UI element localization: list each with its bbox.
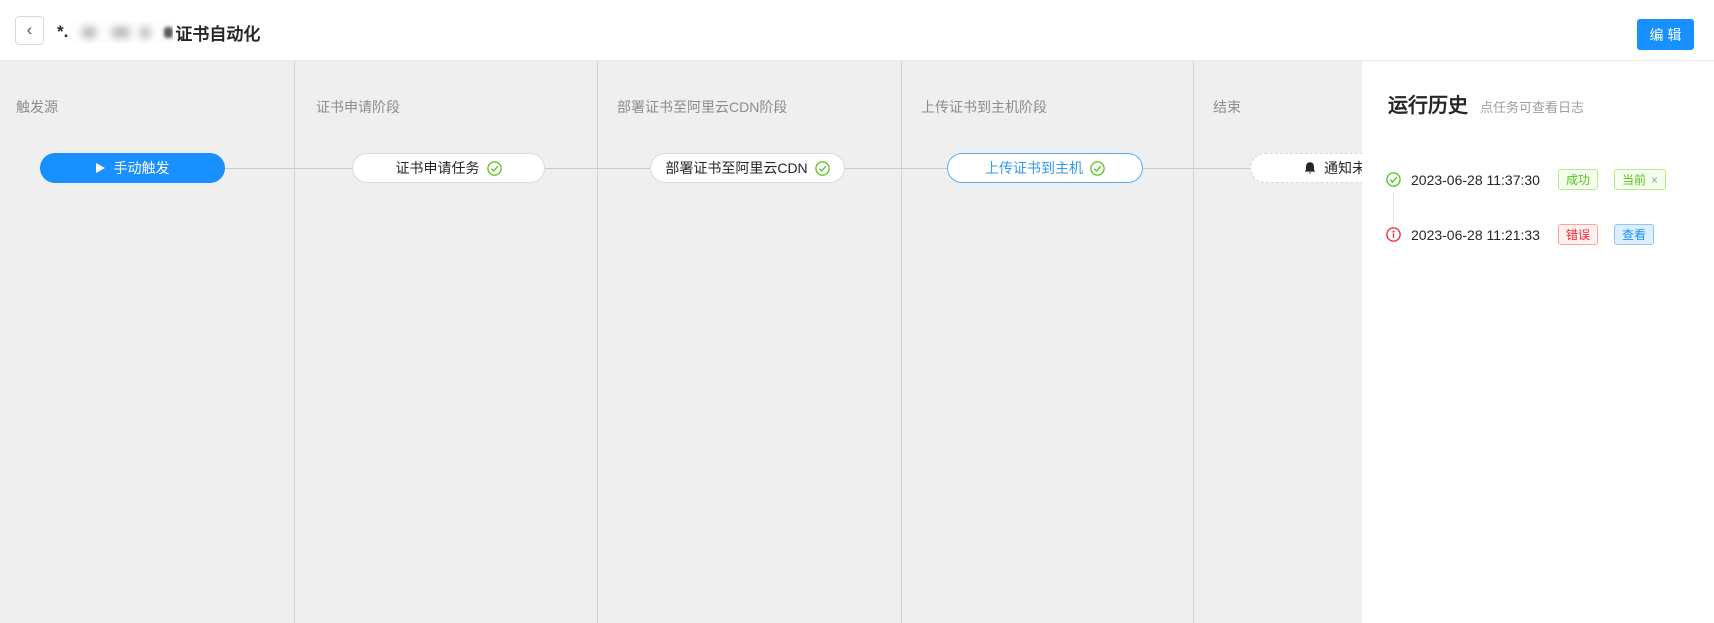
task-label: 证书申请任务 [396,158,480,178]
column-divider [597,61,598,623]
run-timestamp: 2023-06-28 11:37:30 [1411,172,1540,188]
chevron-left-icon: ‹ [27,21,33,38]
column-divider [294,61,295,623]
stage-label-end: 结束 [1213,97,1241,117]
view-log-button[interactable]: 查看 [1614,224,1654,245]
success-circle-icon [1386,172,1401,187]
stage-label-upload-host: 上传证书到主机阶段 [921,97,1047,117]
run-history-title: 运行历史 [1388,89,1468,118]
task-deploy-cdn[interactable]: 部署证书至阿里云CDN [650,153,845,183]
pipeline-connector [845,168,947,169]
check-circle-icon [487,161,502,176]
play-icon [96,163,105,173]
history-entry-error[interactable]: 2023-06-28 11:21:33 错误 查看 [1386,224,1654,245]
error-circle-icon [1386,227,1401,242]
pipeline-connector [1143,168,1250,169]
task-manual-trigger[interactable]: 手动触发 [40,153,225,183]
status-badge-success: 成功 [1558,169,1598,190]
task-label: 上传证书到主机 [985,158,1083,178]
check-circle-icon [1090,161,1105,176]
edit-button[interactable]: 编 辑 [1637,19,1694,50]
current-run-badge: 当前 × [1614,169,1666,190]
run-timestamp: 2023-06-28 11:21:33 [1411,227,1540,243]
task-label: 部署证书至阿里云CDN [665,158,807,178]
run-history-subtitle: 点任务可查看日志 [1480,97,1584,116]
run-history-panel: 运行历史 点任务可查看日志 2023-06-28 11:37:30 成功 当前 … [1362,61,1714,623]
history-entry-success[interactable]: 2023-06-28 11:37:30 成功 当前 × [1386,169,1666,190]
stage-label-deploy-cdn: 部署证书至阿里云CDN阶段 [617,97,787,117]
redacted-domain-blur [70,21,173,43]
task-upload-host[interactable]: 上传证书到主机 [947,153,1143,183]
task-cert-apply[interactable]: 证书申请任务 [352,153,545,183]
bell-icon [1303,161,1317,176]
task-label: 手动触发 [114,158,170,178]
back-button[interactable]: ‹ [15,16,44,45]
timeline-connector [1393,192,1394,223]
page-title: *. 证书自动化 [57,20,260,44]
pipeline-connector [545,168,650,169]
stage-label-cert-apply: 证书申请阶段 [316,97,400,117]
task-label: 通知未 [1324,158,1366,178]
check-circle-icon [815,161,830,176]
column-divider [1193,61,1194,623]
title-suffix: 证书自动化 [175,20,260,45]
close-icon[interactable]: × [1651,173,1658,187]
column-divider [901,61,902,623]
stage-label-trigger: 触发源 [16,97,58,117]
title-prefix: *. [57,22,68,42]
page-header: ‹ *. 证书自动化 编 辑 [0,0,1714,61]
status-badge-error: 错误 [1558,224,1598,245]
pipeline-connector [225,168,352,169]
